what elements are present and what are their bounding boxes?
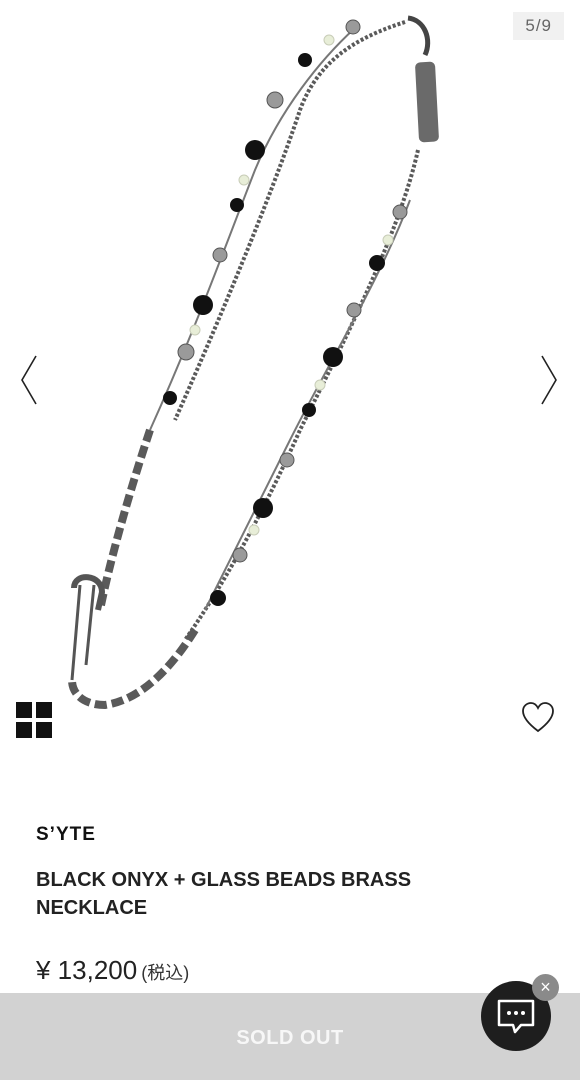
prev-image-button[interactable]	[14, 350, 44, 410]
product-title: BLACK ONYX + GLASS BEADS BRASS NECKLACE	[36, 869, 412, 919]
favorite-button[interactable]	[520, 700, 556, 736]
next-image-button[interactable]	[534, 350, 564, 410]
chevron-left-icon	[21, 355, 37, 405]
necklace-image	[68, 15, 439, 710]
chat-close-button[interactable]: ×	[532, 974, 559, 1001]
grid-view-button[interactable]	[16, 702, 54, 740]
product-image-gallery[interactable]: 5/9	[0, 0, 580, 760]
brand-name[interactable]: S’YTE	[36, 824, 96, 846]
grid-icon	[16, 702, 32, 718]
tax-note: (税込)	[141, 963, 190, 983]
chevron-right-icon	[541, 355, 557, 405]
image-counter: 5/9	[513, 12, 564, 40]
price-value: ¥ 13,200	[36, 955, 138, 985]
product-price: ¥ 13,200 (税込)	[36, 955, 189, 986]
heart-outline-icon	[522, 702, 554, 733]
